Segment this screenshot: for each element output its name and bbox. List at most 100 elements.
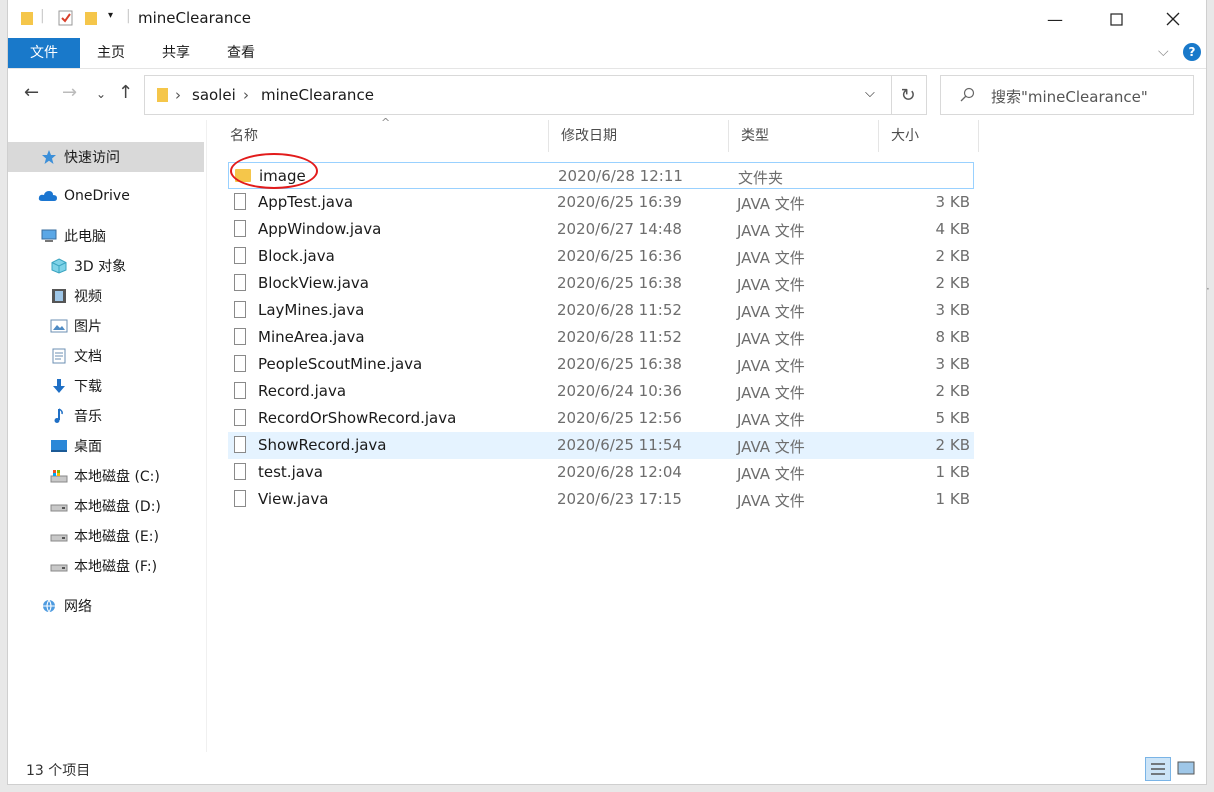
sidebar-item-desktop[interactable]: 桌面	[8, 431, 102, 461]
sidebar-item-drive-f[interactable]: 本地磁盘 (F:)	[8, 551, 157, 581]
refresh-icon: ↻	[900, 84, 916, 106]
back-icon[interactable]: ←	[24, 82, 39, 103]
file-date: 2020/6/25 16:38	[557, 355, 682, 373]
file-type: JAVA 文件	[737, 249, 805, 267]
tab-file[interactable]: 文件	[8, 38, 80, 68]
file-name: AppWindow.java	[258, 220, 382, 238]
file-date: 2020/6/24 10:36	[557, 382, 682, 400]
tab-view[interactable]: 查看	[214, 38, 268, 68]
java-file-icon	[234, 436, 246, 453]
file-size: 2 KB	[935, 247, 970, 265]
column-header-name[interactable]: 名称	[218, 120, 549, 152]
file-date: 2020/6/23 17:15	[557, 490, 682, 508]
file-size: 2 KB	[935, 274, 970, 292]
document-icon	[52, 348, 66, 364]
details-view-button[interactable]	[1145, 757, 1171, 781]
file-row[interactable]: BlockView.java 2020/6/25 16:38 JAVA 文件 2 KB	[228, 270, 974, 297]
sidebar-item-label: 桌面	[74, 439, 102, 455]
minimize-icon: —	[1047, 9, 1063, 29]
sidebar-item-quick-access[interactable]: 快速访问	[8, 142, 204, 172]
sidebar-item-label: 快速访问	[64, 150, 120, 166]
file-row[interactable]: ShowRecord.java 2020/6/25 11:54 JAVA 文件 2 K…	[228, 432, 974, 459]
java-file-icon	[234, 490, 246, 507]
new-folder-icon[interactable]	[84, 9, 98, 27]
close-icon	[1166, 12, 1180, 26]
refresh-button[interactable]: ↻	[890, 75, 927, 115]
file-type: 文件夹	[738, 169, 784, 187]
sidebar-item-network[interactable]: 网络	[8, 591, 92, 621]
file-row[interactable]: AppWindow.java 2020/6/27 14:48 JAVA 文件 4 KB	[228, 216, 974, 243]
file-row[interactable]: LayMines.java 2020/6/28 11:52 JAVA 文件 3 KB	[228, 297, 974, 324]
up-icon[interactable]: ↑	[118, 82, 133, 103]
sidebar-item-label: 网络	[64, 599, 92, 615]
file-row[interactable]: MineArea.java 2020/6/28 11:52 JAVA 文件 8 KB	[228, 324, 974, 351]
file-row[interactable]: Block.java 2020/6/25 16:36 JAVA 文件 2 KB	[228, 243, 974, 270]
file-size: 5 KB	[935, 409, 970, 427]
recent-locations-icon[interactable]: ⌄	[96, 87, 106, 101]
column-header-size[interactable]: 大小	[879, 120, 979, 152]
cloud-icon	[38, 191, 57, 201]
sidebar-item-label: 音乐	[74, 409, 102, 425]
sidebar-item-drive-c[interactable]: 本地磁盘 (C:)	[8, 461, 160, 491]
file-row[interactable]: PeopleScoutMine.java 2020/6/25 16:38 JAVA …	[228, 351, 974, 378]
file-type: JAVA 文件	[737, 438, 805, 456]
tab-share[interactable]: 共享	[148, 38, 204, 68]
sidebar-item-label: 视频	[74, 289, 102, 305]
file-row[interactable]: RecordOrShowRecord.java 2020/6/25 12:56 JA…	[228, 405, 974, 432]
sidebar-item-label: 本地磁盘 (D:)	[74, 499, 161, 515]
close-button[interactable]	[1150, 0, 1196, 38]
minimize-button[interactable]: —	[1032, 0, 1078, 38]
forward-icon[interactable]: →	[62, 82, 77, 103]
sidebar-item-label: 此电脑	[64, 229, 106, 245]
sidebar-item-3d-objects[interactable]: 3D 对象	[8, 251, 126, 281]
file-name: Block.java	[258, 247, 335, 265]
file-type: JAVA 文件	[737, 411, 805, 429]
help-icon[interactable]: ?	[1183, 43, 1201, 61]
sidebar-item-label: 下载	[74, 379, 102, 395]
column-header-type[interactable]: 类型	[729, 120, 879, 152]
address-bar[interactable]: › saolei › mineClearance ⌵	[144, 75, 892, 115]
file-type: JAVA 文件	[737, 222, 805, 240]
folder-row[interactable]: image 2020/6/28 12:11 文件夹	[228, 162, 974, 189]
maximize-button[interactable]	[1093, 0, 1139, 38]
file-row[interactable]: AppTest.java 2020/6/25 16:39 JAVA 文件 3 KB	[228, 189, 974, 216]
file-size: 3 KB	[935, 193, 970, 211]
breadcrumb-mineclearance[interactable]: mineClearance	[261, 86, 374, 104]
file-size: 1 KB	[935, 490, 970, 508]
properties-icon[interactable]	[58, 9, 74, 27]
sidebar-item-downloads[interactable]: 下载	[8, 371, 102, 401]
sidebar-item-music[interactable]: 音乐	[8, 401, 102, 431]
sidebar-item-videos[interactable]: 视频	[8, 281, 102, 311]
status-bar: 13 个项目	[8, 752, 1206, 784]
sidebar-item-drive-e[interactable]: 本地磁盘 (E:)	[8, 521, 159, 551]
file-size: 1 KB	[935, 463, 970, 481]
large-icons-view-button[interactable]	[1174, 757, 1200, 781]
sidebar-item-onedrive[interactable]: OneDrive	[8, 181, 130, 211]
file-type: JAVA 文件	[737, 303, 805, 321]
file-row[interactable]: test.java 2020/6/28 12:04 JAVA 文件 1 KB	[228, 459, 974, 486]
folder-icon	[157, 88, 168, 102]
file-date: 2020/6/25 11:54	[557, 436, 682, 454]
breadcrumb-chevron-icon[interactable]: ›	[175, 86, 181, 104]
sidebar-item-documents[interactable]: 文档	[8, 341, 102, 371]
file-size: 2 KB	[935, 436, 970, 454]
column-header-date[interactable]: 修改日期	[549, 120, 729, 152]
desktop-icon	[51, 440, 67, 452]
file-row[interactable]: Record.java 2020/6/24 10:36 JAVA 文件 2 KB	[228, 378, 974, 405]
file-size: 4 KB	[935, 220, 970, 238]
address-dropdown-icon[interactable]: ⌵	[865, 86, 875, 101]
breadcrumb-saolei[interactable]: saolei	[192, 86, 236, 104]
sidebar-item-drive-d[interactable]: 本地磁盘 (D:)	[8, 491, 161, 521]
sidebar-item-this-pc[interactable]: 此电脑	[8, 221, 106, 251]
customize-toolbar-icon[interactable]: ▾	[108, 10, 113, 21]
file-type: JAVA 文件	[737, 330, 805, 348]
file-row[interactable]: View.java 2020/6/23 17:15 JAVA 文件 1 KB	[228, 486, 974, 513]
breadcrumb-chevron-icon[interactable]: ›	[243, 86, 249, 104]
java-file-icon	[234, 247, 246, 264]
tab-home[interactable]: 主页	[82, 38, 140, 68]
search-box[interactable]: 搜索"mineClearance"	[940, 75, 1194, 115]
cube-icon	[51, 258, 67, 274]
drive-icon	[50, 504, 68, 512]
expand-ribbon-icon[interactable]: ⌵	[1158, 44, 1169, 60]
sidebar-item-pictures[interactable]: 图片	[8, 311, 102, 341]
